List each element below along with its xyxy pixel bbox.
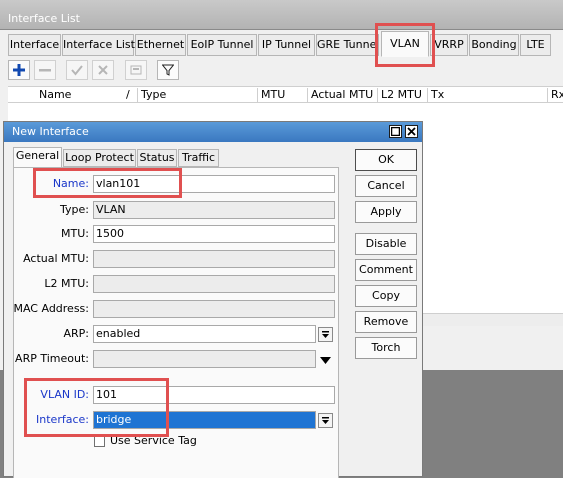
column-actual-mtu[interactable]: Actual MTU: [308, 88, 378, 102]
torch-button[interactable]: Torch: [355, 337, 417, 359]
add-button[interactable]: [8, 60, 30, 80]
column-rx[interactable]: Rx: [548, 88, 563, 102]
arp-timeout-label: ARP Timeout:: [15, 352, 89, 365]
arp-timeout-expand-button[interactable]: [320, 355, 331, 368]
type-field: VLAN: [93, 201, 335, 219]
filter-icon: [162, 64, 174, 76]
l2-mtu-field: [93, 275, 335, 293]
tab-bonding[interactable]: Bonding: [469, 34, 519, 56]
close-icon: [407, 127, 416, 136]
vlan-tab-highlight: [375, 23, 435, 67]
enable-icon: [71, 65, 83, 76]
tab-eoip-tunnel[interactable]: EoIP Tunnel: [187, 34, 257, 56]
dialog-title: New Interface: [12, 125, 89, 138]
tab-strip: Interface Interface List Ethernet EoIP T…: [0, 30, 563, 58]
tab-traffic[interactable]: Traffic: [178, 149, 219, 167]
tab-status[interactable]: Status: [137, 149, 177, 167]
remove-button[interactable]: Remove: [355, 311, 417, 333]
actual-mtu-label: Actual MTU:: [23, 252, 89, 265]
column-tx[interactable]: Tx: [428, 88, 548, 102]
enable-button[interactable]: [66, 60, 88, 80]
comment-button[interactable]: Comment: [355, 259, 417, 281]
interface-dropdown-button[interactable]: [318, 413, 333, 428]
dialog-titlebar: New Interface: [4, 122, 422, 142]
filter-button[interactable]: [157, 60, 179, 80]
arp-label: ARP:: [63, 327, 89, 340]
tab-gre-tunnel[interactable]: GRE Tunnel: [316, 34, 379, 56]
l2-mtu-label: L2 MTU:: [44, 277, 89, 290]
column-header: Name / Type MTU Actual MTU L2 MTU Tx Rx: [8, 86, 563, 103]
copy-button[interactable]: Copy: [355, 285, 417, 307]
mac-address-label: MAC Address:: [13, 302, 89, 315]
actual-mtu-field: [93, 250, 335, 268]
tab-interface[interactable]: Interface: [8, 34, 61, 56]
mac-address-field: [93, 300, 335, 318]
tab-ip-tunnel[interactable]: IP Tunnel: [258, 34, 315, 56]
column-sort-indicator: /: [126, 88, 138, 102]
arp-dropdown-button[interactable]: [318, 327, 333, 342]
close-button[interactable]: [405, 125, 418, 138]
tab-vrrp[interactable]: VRRP: [430, 34, 468, 56]
tab-ethernet[interactable]: Ethernet: [135, 34, 186, 56]
comment-icon: [130, 65, 142, 75]
remove-icon: [39, 69, 51, 72]
column-mtu[interactable]: MTU: [258, 88, 308, 102]
chevron-down-icon: [322, 417, 329, 424]
maximize-icon: [390, 126, 401, 137]
column-type[interactable]: Type: [138, 88, 258, 102]
disable-icon: [98, 65, 108, 75]
disable-button[interactable]: Disable: [355, 233, 417, 255]
name-highlight: [33, 168, 182, 198]
tab-general[interactable]: General: [13, 147, 62, 168]
tab-loop-protect[interactable]: Loop Protect: [63, 149, 136, 167]
apply-button[interactable]: Apply: [355, 201, 417, 223]
tab-interface-list[interactable]: Interface List: [62, 34, 135, 56]
ok-button[interactable]: OK: [355, 149, 417, 171]
cancel-button[interactable]: Cancel: [355, 175, 417, 197]
triangle-down-icon: [320, 357, 331, 364]
window-title: Interface List: [8, 12, 80, 25]
type-label: Type:: [60, 203, 89, 216]
chevron-down-icon: [322, 331, 329, 338]
comment-button[interactable]: [125, 60, 147, 80]
toolbar: [0, 58, 563, 84]
arp-timeout-field[interactable]: [93, 350, 316, 368]
use-service-tag-checkbox[interactable]: [94, 436, 105, 447]
tab-lte[interactable]: LTE: [520, 34, 551, 56]
interface-list-titlebar: Interface List: [0, 0, 563, 30]
column-l2-mtu[interactable]: L2 MTU: [378, 88, 428, 102]
remove-button[interactable]: [34, 60, 56, 80]
mtu-field[interactable]: 1500: [93, 225, 335, 243]
add-icon: [13, 64, 25, 76]
arp-select[interactable]: enabled: [93, 325, 316, 343]
column-name[interactable]: Name: [36, 88, 126, 102]
disable-button[interactable]: [92, 60, 114, 80]
vlan-settings-highlight: [24, 378, 169, 437]
mtu-label: MTU:: [61, 227, 89, 240]
maximize-button[interactable]: [389, 125, 402, 138]
